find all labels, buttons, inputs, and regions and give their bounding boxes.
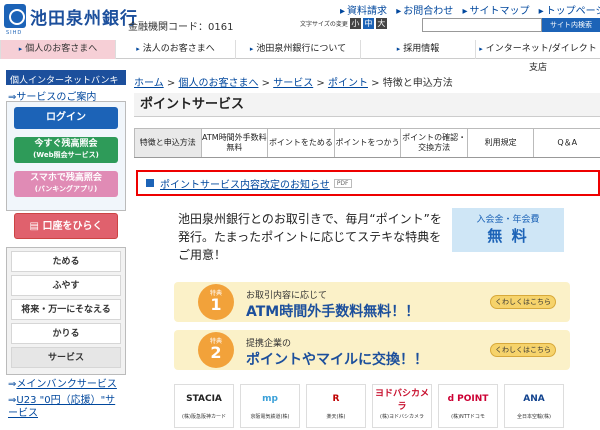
bank-code: 金融機関コード：0161	[128, 22, 234, 33]
partner-logos: STACIA (株)阪急阪神カード mp 京阪電気鉄道(株) R 楽天(株) ヨドバシ…	[174, 384, 570, 428]
bank-logo-text[interactable]: 池田泉州銀行	[30, 4, 138, 29]
service-guide-link[interactable]: ⇒サービスのご案内	[6, 85, 126, 103]
banking-app-button[interactable]: スマホで残高照会 (バンキングアプリ)	[14, 171, 118, 197]
caret-right-icon: ▸	[249, 45, 254, 53]
font-size-switcher: 文字サイズの変更 小 中 大	[300, 18, 387, 29]
free-badge-value: 無 料	[487, 227, 529, 245]
arrow-icon: ▸	[340, 6, 346, 17]
partner-ana[interactable]: ANA 全日本空輸(株)	[504, 384, 564, 428]
header: 池田泉州銀行 SIHD 金融機関コード：0161 ▸ 資料請求 ▸ お問合わせ ▸ サ…	[0, 0, 600, 40]
tab-earn-points[interactable]: ポイントをためる	[267, 128, 335, 157]
sidebar-item-save[interactable]: ためる	[11, 251, 121, 272]
account-book-icon: ▤	[29, 221, 43, 232]
gnav-recruit[interactable]: ▸ 採用情報	[360, 40, 475, 59]
font-size-medium[interactable]: 中	[362, 18, 374, 29]
breadcrumb-current: 特徴と申込方法	[382, 78, 453, 89]
caret-right-icon: ▸	[136, 45, 140, 53]
search-input[interactable]	[422, 18, 542, 32]
arrow-icon: ▸	[538, 6, 544, 17]
breadcrumb-home[interactable]: ホーム	[134, 78, 164, 89]
tab-features[interactable]: 特徴と申込方法	[134, 128, 202, 157]
partner-dpoint[interactable]: d POINT (株)NTTドコモ	[438, 384, 498, 428]
intro-text: 池田泉州銀行とのお取引きで、毎月“ポイント”を発行。たまったポイントに応じてステ…	[178, 212, 442, 262]
font-size-small[interactable]: 小	[349, 18, 361, 29]
arrow-icon: ▸	[462, 6, 468, 17]
bullet-icon	[146, 179, 154, 187]
balance-inquiry-label: 今すぐ残高照会	[34, 139, 98, 149]
sidebar-sub-link-u23[interactable]: ⇒U23 "0円（応援）"サービス	[6, 391, 126, 420]
bank-logo-icon[interactable]	[4, 4, 26, 28]
page-title: ポイントサービス	[134, 93, 600, 117]
pdf-badge: PDF	[333, 178, 352, 188]
banking-app-label: スマホで残高照会	[30, 173, 102, 183]
sidebar-button-box: ログイン 今すぐ残高照会 (Web照会サービス) スマホで残高照会 (バンキング…	[6, 101, 126, 211]
free-badge: 入会金・年会費 無 料	[452, 208, 564, 252]
revision-notice-link[interactable]: ポイントサービス内容改定のお知らせ	[160, 176, 330, 191]
font-size-label: 文字サイズの変更	[300, 21, 348, 28]
tab-check-exchange[interactable]: ポイントの確認・交換方法	[400, 128, 468, 157]
benefit-2-caption: 提携企業の	[246, 339, 292, 349]
benefit-1: 特典 1 お取引内容に応じて ATM時間外手数料無料！！ くわしくはこちら	[174, 282, 570, 322]
free-badge-label: 入会金・年会費	[476, 215, 540, 225]
global-nav: ▸ 個人のお客さまへ ▸ 法人のお客さまへ ▸ 池田泉州銀行について ▸ 採用情報 ▸ イ…	[0, 40, 600, 73]
top-links: ▸ 資料請求 ▸ お問合わせ ▸ サイトマップ ▸ トップページ	[340, 2, 600, 17]
login-button[interactable]: ログイン	[14, 107, 118, 129]
sidebar-item-borrow[interactable]: かりる	[11, 323, 121, 344]
partner-yodobashi[interactable]: ヨドバシカメラ (株)ヨドバシカメラ	[372, 384, 432, 428]
benefit-1-title: ATM時間外手数料無料！！	[246, 304, 420, 320]
breadcrumb-point[interactable]: ポイント	[328, 78, 368, 89]
balance-inquiry-button[interactable]: 今すぐ残高照会 (Web照会サービス)	[14, 137, 118, 163]
benefit-number-icon: 特典 2	[198, 332, 234, 368]
sidebar-item-service[interactable]: サービス	[11, 347, 121, 368]
benefit-2-details-button[interactable]: くわしくはこちら	[490, 343, 556, 357]
breadcrumb: ホーム > 個人のお客さまへ > サービス > ポイント > 特徴と申込方法	[134, 78, 453, 89]
tab-use-points[interactable]: ポイントをつかう	[333, 128, 402, 157]
service-tabs: 特徴と申込方法 ATM時間外手数料無料 ポイントをためる ポイントをつかう ポイ…	[134, 128, 600, 158]
site-search: サイト内検索	[422, 18, 600, 32]
search-button[interactable]: サイト内検索	[542, 18, 600, 32]
benefit-2: 特典 2 提携企業の ポイントやマイルに交換！！ くわしくはこちら	[174, 330, 570, 370]
partner-rakuten[interactable]: R 楽天(株)	[306, 384, 366, 428]
top-link-documents[interactable]: ▸ 資料請求	[340, 6, 387, 17]
top-link-sitemap[interactable]: ▸ サイトマップ	[462, 6, 529, 17]
benefit-number-icon: 特典 1	[198, 284, 234, 320]
sidebar-heading: 個人インターネットバンキング	[6, 70, 126, 99]
open-account-button[interactable]: ▤ 口座をひらく	[14, 213, 118, 239]
gnav-about[interactable]: ▸ 池田泉州銀行について	[235, 40, 360, 59]
sidebar-item-prepare[interactable]: 将来・万一にそなえる	[11, 299, 121, 320]
breadcrumb-service[interactable]: サービス	[273, 78, 313, 89]
gnav-corporate[interactable]: ▸ 法人のお客さまへ	[115, 40, 235, 59]
caret-right-icon: ▸	[18, 45, 23, 53]
arrow-icon: ▸	[396, 6, 402, 17]
sidebar-menu: ためる ふやす 将来・万一にそなえる かりる サービス	[6, 247, 126, 375]
tab-faq[interactable]: Q＆A	[533, 128, 600, 157]
revision-notice: ポイントサービス内容改定のお知らせ PDF	[136, 170, 600, 196]
sidebar-item-invest[interactable]: ふやす	[11, 275, 121, 296]
top-link-top[interactable]: ▸ トップページ	[539, 6, 600, 17]
tab-atm-fee-free[interactable]: ATM時間外手数料無料	[200, 128, 269, 157]
breadcrumb-personal[interactable]: 個人のお客さまへ	[178, 78, 258, 89]
bank-logo-sub: SIHD	[6, 30, 23, 36]
banking-app-sub: (バンキングアプリ)	[34, 185, 98, 193]
caret-right-icon: ▸	[479, 45, 483, 53]
partner-stacia[interactable]: STACIA (株)阪急阪神カード	[174, 384, 234, 428]
partner-mp[interactable]: mp 京阪電気鉄道(株)	[240, 384, 300, 428]
gnav-personal[interactable]: ▸ 個人のお客さまへ	[0, 40, 115, 59]
caret-right-icon: ▸	[396, 45, 401, 53]
top-link-contact[interactable]: ▸ お問合わせ	[396, 6, 453, 17]
benefit-2-title: ポイントやマイルに交換！！	[246, 352, 428, 368]
benefit-1-caption: お取引内容に応じて	[246, 291, 328, 301]
balance-inquiry-sub: (Web照会サービス)	[33, 151, 99, 159]
tab-terms[interactable]: 利用規定	[466, 128, 535, 157]
sidebar: 個人インターネットバンキング ⇒サービスのご案内 ログイン 今すぐ残高照会 (W…	[6, 70, 126, 430]
sidebar-sub-link-mainbank[interactable]: ⇒メインバンクサービス	[6, 375, 126, 391]
gnav-internet-branch[interactable]: ▸ インターネット/ダイレクト支店	[475, 40, 600, 73]
font-size-large[interactable]: 大	[375, 18, 387, 29]
benefit-1-details-button[interactable]: くわしくはこちら	[490, 295, 556, 309]
